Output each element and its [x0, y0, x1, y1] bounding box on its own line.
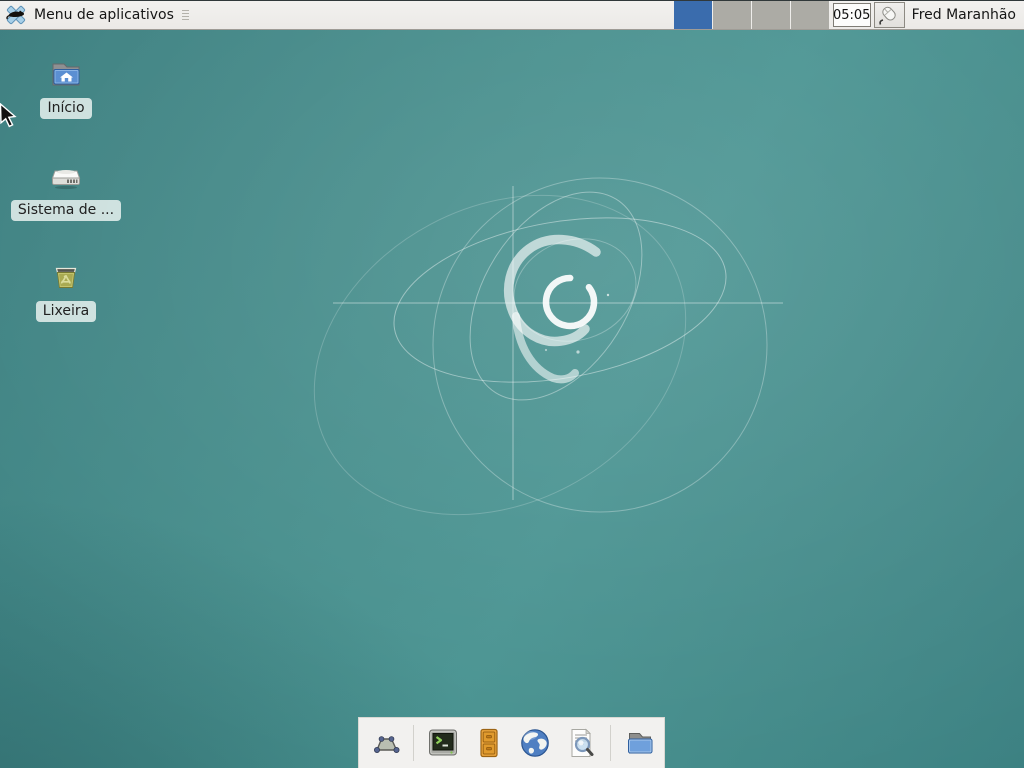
- panel-right-cluster: 05:05 Fred Maranhão: [674, 1, 1024, 29]
- top-panel: Menu de aplicativos 05:05 Fred Maranhão: [0, 0, 1024, 30]
- terminal-launcher[interactable]: [426, 726, 460, 760]
- home-folder-icon: [47, 56, 85, 94]
- desktop-background: [0, 0, 1024, 768]
- file-manager-launcher[interactable]: [623, 726, 657, 760]
- panel-grip-icon[interactable]: [182, 10, 189, 20]
- filesystem-drive-icon: [47, 158, 85, 196]
- debian-swirl-logo: [509, 240, 610, 380]
- document-search-icon: [564, 726, 598, 760]
- desktop-icon-label: Lixeira: [36, 301, 96, 322]
- show-desktop-icon: [367, 726, 401, 760]
- workspace-3[interactable]: [752, 1, 790, 29]
- dock-separator: [413, 725, 414, 761]
- wallpaper-art: [0, 0, 1024, 768]
- folder-icon: [623, 726, 657, 760]
- desktop-icon-trash[interactable]: Lixeira: [0, 259, 132, 322]
- trash-can-icon: [47, 259, 85, 297]
- application-finder-launcher[interactable]: [564, 726, 598, 760]
- web-browser-launcher[interactable]: [518, 726, 552, 760]
- desktop-icon-filesystem[interactable]: Sistema de ...: [0, 158, 132, 221]
- show-desktop-button[interactable]: [367, 726, 401, 760]
- session-user-name[interactable]: Fred Maranhão: [912, 7, 1016, 23]
- web-browser-globe-icon: [518, 726, 552, 760]
- applications-menu-label: Menu de aplicativos: [34, 7, 174, 23]
- file-cabinet-launcher[interactable]: [472, 726, 506, 760]
- workspace-4[interactable]: [791, 1, 829, 29]
- workspace-2[interactable]: [713, 1, 751, 29]
- wallpaper-lines: [258, 133, 783, 577]
- xfce-mouse-icon: [4, 3, 28, 27]
- applications-menu-button[interactable]: Menu de aplicativos: [0, 1, 195, 29]
- computer-mouse-icon: [877, 4, 901, 26]
- settings-mouse-button[interactable]: [874, 2, 905, 28]
- panel-clock[interactable]: 05:05: [833, 3, 871, 27]
- desktop-icon-home[interactable]: Início: [0, 56, 132, 119]
- desktop-icon-label: Início: [40, 98, 91, 119]
- file-cabinet-icon: [472, 726, 506, 760]
- workspace-switcher: [674, 1, 829, 29]
- dock-panel: [358, 717, 665, 768]
- terminal-icon: [426, 726, 460, 760]
- desktop-icon-label: Sistema de ...: [11, 200, 121, 221]
- workspace-1[interactable]: [674, 1, 712, 29]
- dock-separator: [610, 725, 611, 761]
